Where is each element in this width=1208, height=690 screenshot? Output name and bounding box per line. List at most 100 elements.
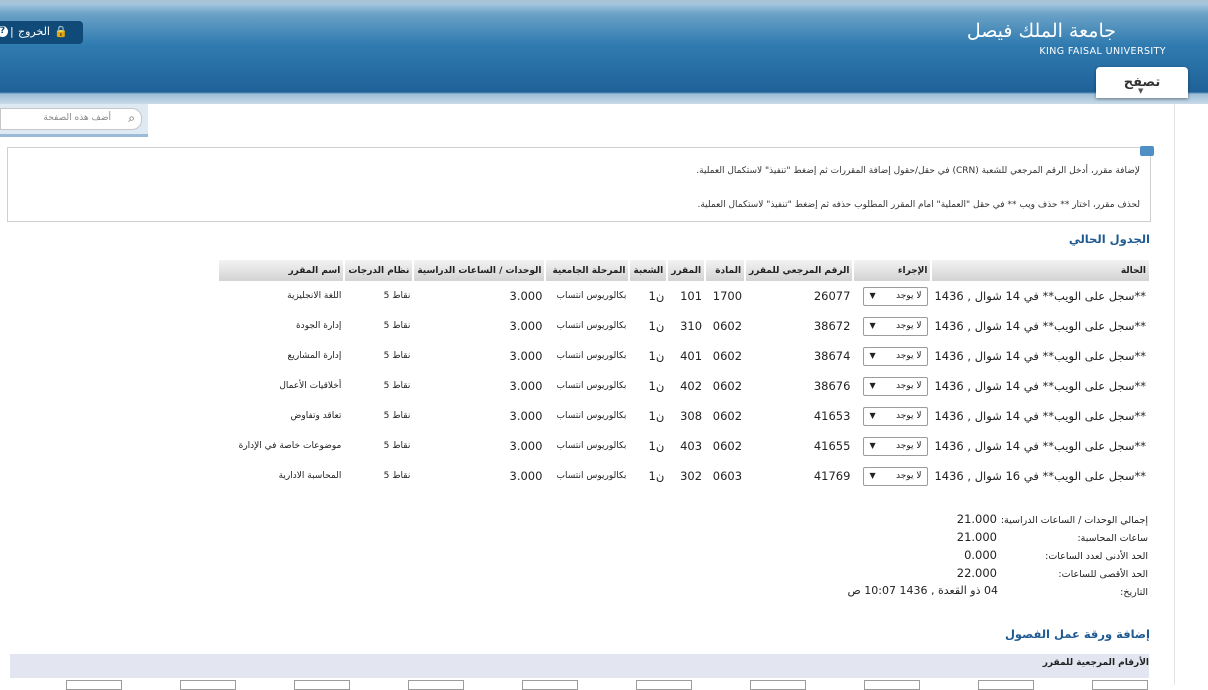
section-cell: ن1 <box>648 319 665 333</box>
grading-cell: نقاط 5 <box>383 321 411 331</box>
section-cell: ن1 <box>648 379 665 393</box>
level-cell: بكالوريوس انتساب <box>556 471 627 481</box>
crn-input[interactable] <box>636 680 692 690</box>
status-cell: **سجل على الويب** في 16 شوال , 1436 <box>934 469 1146 483</box>
bookmark-page-input[interactable]: أضف هذه الصفحة ⌕ <box>0 108 142 130</box>
table-row: **سجل على الويب** في 14 شوال , 1436 لا يو… <box>218 341 1149 371</box>
action-cell: لا يوجد ▼ <box>853 401 931 431</box>
browse-tab[interactable]: تصفح ▼ <box>1096 67 1188 98</box>
course-name-cell: المحاسبة الادارية <box>278 471 342 481</box>
course-name-cell: تعاقد وتفاوض <box>290 411 342 421</box>
column-header-action: الإجراء <box>852 260 932 281</box>
action-select[interactable]: لا يوجد ▼ <box>863 466 929 486</box>
header-top-line <box>0 0 1208 3</box>
search-icon[interactable]: ⌕ <box>128 111 135 126</box>
column-header-subject: المادة <box>704 260 746 281</box>
section-cell: ن1 <box>648 439 665 453</box>
summary-value: 21.000 <box>956 512 997 526</box>
course-name-cell: أخلاقيات الأعمال <box>279 381 342 391</box>
course-cell: 302 <box>680 469 703 483</box>
instructions-box: لإضافة مقرر، أدخل الرقم المرجعي للشعبة (… <box>7 146 1154 222</box>
crn-input[interactable] <box>66 680 122 690</box>
subject-cell: 0603 <box>712 469 743 483</box>
course-name-cell: إدارة المشاريع <box>287 351 342 361</box>
summary-row: ساعات المحاسبة: 21.000 <box>838 530 1148 548</box>
action-cell: لا يوجد ▼ <box>853 431 931 461</box>
column-header-status: الحالة <box>930 260 1149 281</box>
column-header-hours: الوحدات / الساعات الدراسية <box>412 260 546 281</box>
status-cell: **سجل على الويب** في 14 شوال , 1436 <box>934 409 1146 423</box>
crn-input[interactable] <box>750 680 806 690</box>
page-header: جامعة الملك فيصل KING FAISAL UNIVERSITY … <box>0 0 1208 104</box>
right-margin-divider <box>1174 104 1208 685</box>
crn-cell: 38672 <box>813 319 851 333</box>
crn-input[interactable] <box>522 680 578 690</box>
grading-cell: نقاط 5 <box>383 351 411 361</box>
subject-cell: 1700 <box>712 289 743 303</box>
action-select-value: لا يوجد <box>896 470 922 481</box>
summary-label: ساعات المحاسبة: <box>1077 533 1148 544</box>
summary-value: 21.000 <box>956 530 997 544</box>
crn-input[interactable] <box>294 680 350 690</box>
action-select-value: لا يوجد <box>896 410 922 421</box>
chevron-down-icon: ▼ <box>869 410 876 420</box>
action-select[interactable]: لا يوجد ▼ <box>863 316 929 336</box>
action-select[interactable]: لا يوجد ▼ <box>863 436 929 456</box>
column-header-grading: نظام الدرجات <box>343 260 414 281</box>
status-cell: **سجل على الويب** في 14 شوال , 1436 <box>934 439 1146 453</box>
status-cell: **سجل على الويب** في 14 شوال , 1436 <box>934 379 1146 393</box>
table-row: **سجل على الويب** في 14 شوال , 1436 لا يو… <box>218 401 1149 431</box>
crn-input[interactable] <box>408 680 464 690</box>
course-cell: 310 <box>680 319 703 333</box>
table-row: **سجل على الويب** في 14 شوال , 1436 لا يو… <box>218 431 1149 461</box>
course-cell: 403 <box>680 439 703 453</box>
university-name-english: KING FAISAL UNIVERSITY <box>1039 46 1166 57</box>
bookmark-page-box: أضف هذه الصفحة ⌕ <box>0 104 148 137</box>
action-select[interactable]: لا يوجد ▼ <box>863 346 929 366</box>
grading-cell: نقاط 5 <box>383 381 411 391</box>
column-header-level: المرحلة الجامعية <box>544 260 630 281</box>
subject-cell: 0602 <box>712 319 743 333</box>
action-cell: لا يوجد ▼ <box>853 341 931 371</box>
level-cell: بكالوريوس انتساب <box>556 411 627 421</box>
hours-cell: 3.000 <box>509 349 543 363</box>
summary-row: التاريخ: 04 ذو القعدة , 1436 10:07 ص <box>838 584 1148 602</box>
crn-input[interactable] <box>864 680 920 690</box>
instruction-drop: لحذف مقرر، اختار ** حذف ويب ** في حقل "ا… <box>697 200 1140 210</box>
action-select-value: لا يوجد <box>896 320 922 331</box>
add-worksheet-title: إضافة ورقة عمل الفصول <box>1004 627 1150 641</box>
action-select[interactable]: لا يوجد ▼ <box>863 406 929 426</box>
chevron-down-icon: ▼ <box>869 470 876 480</box>
crn-cell: 38676 <box>813 379 851 393</box>
crn-input[interactable] <box>1092 680 1148 690</box>
action-cell: لا يوجد ▼ <box>853 371 931 401</box>
level-cell: بكالوريوس انتساب <box>556 321 627 331</box>
logout-separator: | <box>10 25 14 38</box>
action-select[interactable]: لا يوجد ▼ <box>863 286 929 306</box>
hours-cell: 3.000 <box>509 289 543 303</box>
crn-input[interactable] <box>978 680 1034 690</box>
grading-cell: نقاط 5 <box>383 471 411 481</box>
summary-row: الحد الأقصى للساعات: 22.000 <box>838 566 1148 584</box>
action-cell: لا يوجد ▼ <box>853 461 931 491</box>
logout-button[interactable]: 🔒 الخروج | ? <box>0 21 83 44</box>
section-cell: ن1 <box>648 349 665 363</box>
summary-label: إجمالي الوحدات / الساعات الدراسية: <box>1000 515 1148 526</box>
grading-cell: نقاط 5 <box>383 441 411 451</box>
summary-row: الحد الأدنى لعدد الساعات: 0.000 <box>838 548 1148 566</box>
grading-cell: نقاط 5 <box>383 411 411 421</box>
column-header-course: المقرر <box>666 260 706 281</box>
status-cell: **سجل على الويب** في 14 شوال , 1436 <box>934 319 1146 333</box>
crn-input[interactable] <box>180 680 236 690</box>
column-header-crn: الرقم المرجعي للمقرر <box>744 260 854 281</box>
course-cell: 101 <box>680 289 703 303</box>
action-select[interactable]: لا يوجد ▼ <box>863 376 929 396</box>
section-cell: ن1 <box>648 469 665 483</box>
chevron-down-icon: ▼ <box>869 350 876 360</box>
help-icon[interactable]: ? <box>0 26 8 37</box>
crn-cell: 41653 <box>813 409 851 423</box>
crn-cell: 26077 <box>813 289 851 303</box>
hours-cell: 3.000 <box>509 439 543 453</box>
schedule-table: الحالة الإجراء الرقم المرجعي للمقرر الما… <box>217 260 1149 491</box>
course-cell: 402 <box>680 379 703 393</box>
